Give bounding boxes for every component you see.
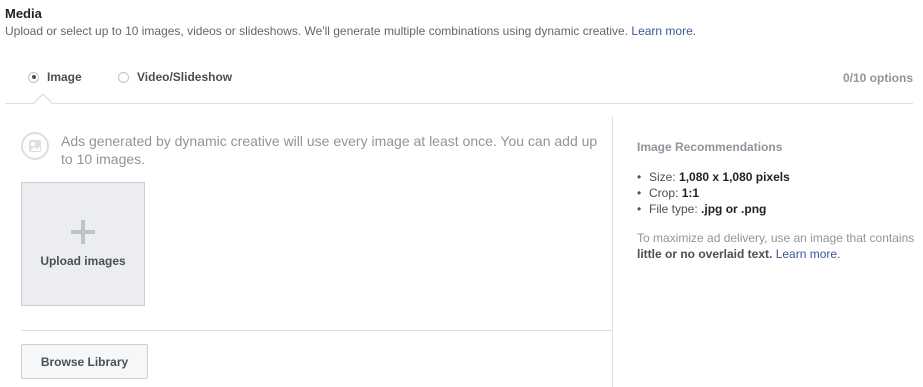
divider [21,330,612,331]
radio-video-icon[interactable] [118,71,129,83]
description-text: Upload or select up to 10 images, videos… [5,24,629,38]
rec-size-label: Size: [649,170,676,184]
rec-note-bold: little or no overlaid text. [637,247,773,261]
recommendation-size: Size: 1,080 x 1,080 pixels [637,169,917,185]
recommendation-file-type: File type: .jpg or .png [637,201,917,217]
section-title: Media [5,6,42,21]
image-placeholder-icon [21,132,49,160]
section-description: Upload or select up to 10 images, videos… [5,24,696,38]
learn-more-link[interactable]: Learn more. [631,24,696,38]
rec-learn-more-link[interactable]: Learn more. [776,247,841,261]
rec-file-type-label: File type: [649,202,698,216]
browse-library-button[interactable]: Browse Library [21,344,148,379]
plus-icon [71,220,95,244]
image-glyph-icon [29,140,41,152]
options-count: 0/10 options [842,71,913,85]
image-recommendations: Image Recommendations Size: 1,080 x 1,08… [637,139,917,262]
rec-crop-label: Crop: [649,186,679,200]
radio-image-label: Image [47,70,82,84]
upload-images-button[interactable]: Upload images [21,182,145,306]
upload-images-label: Upload images [40,254,126,268]
recommendation-crop: Crop: 1:1 [637,185,917,201]
panel-divider [612,116,613,387]
rec-crop-value: 1:1 [681,186,700,200]
radio-image-icon[interactable] [28,71,39,83]
rec-note-prefix: To maximize ad delivery, use an image th… [637,231,915,245]
recommendation-note: To maximize ad delivery, use an image th… [637,230,917,262]
recommendations-title: Image Recommendations [637,140,783,154]
rec-size-value: 1,080 x 1,080 pixels [679,170,790,184]
radio-image-option[interactable]: Image [28,68,82,86]
upload-panel: Ads generated by dynamic creative will u… [21,116,612,387]
radio-video-option[interactable]: Video/Slideshow [118,68,232,86]
radio-video-label: Video/Slideshow [137,70,233,84]
dynamic-creative-info: Ads generated by dynamic creative will u… [61,133,598,167]
recommendations-list: Size: 1,080 x 1,080 pixels Crop: 1:1 Fil… [637,169,917,217]
rec-file-type-value: .jpg or .png [701,202,767,216]
format-tabs: Image Video/Slideshow 0/10 options [5,64,913,105]
